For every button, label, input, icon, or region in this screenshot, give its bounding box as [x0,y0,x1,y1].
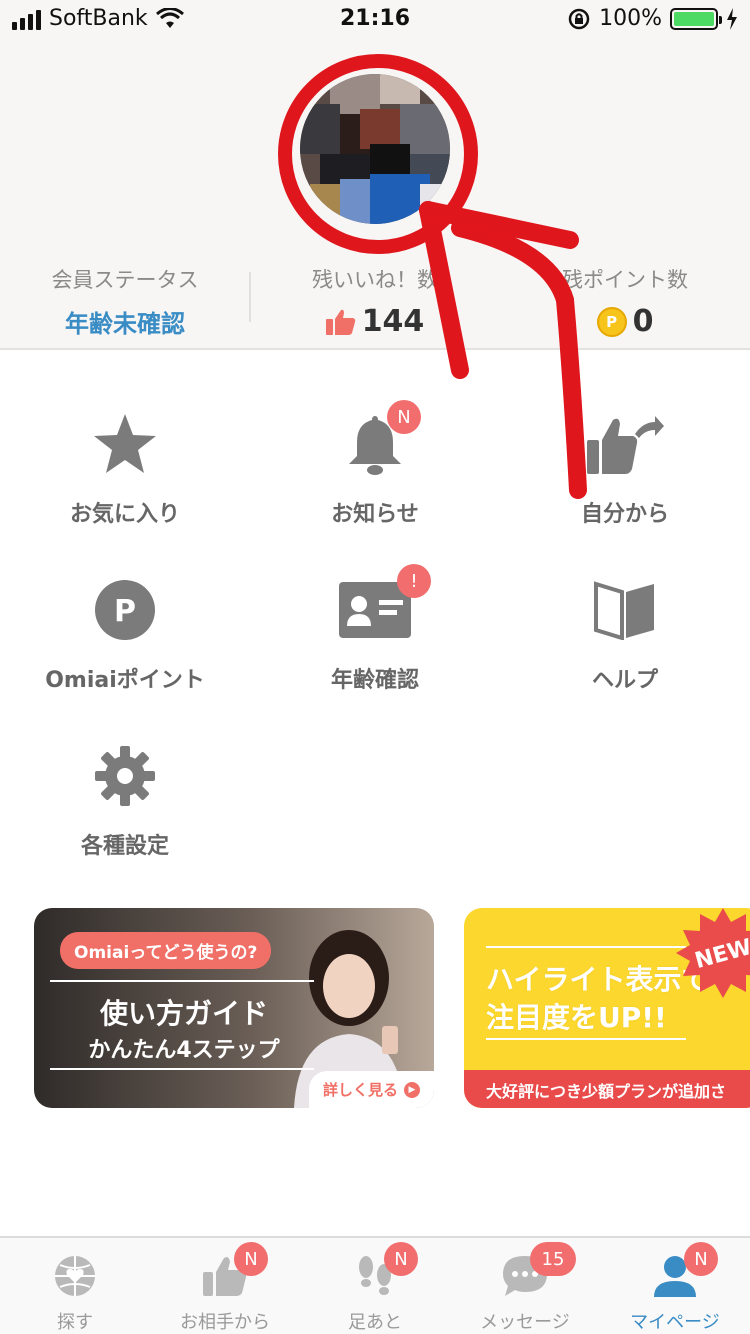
tab-label-search: 探す [57,1312,93,1333]
tab-bar: 探す N お相手から N 足あと 15 メッセージ N マイページ [0,1236,750,1334]
tab-label-my-page: マイページ [630,1312,720,1333]
menu-item-notifications[interactable]: N お知らせ [250,400,500,528]
menu-label-help: ヘルプ [591,668,658,693]
tab-received-likes[interactable]: N お相手から [150,1238,300,1334]
stats-divider [249,272,251,322]
charging-icon [727,7,737,30]
tab-search[interactable]: 探す [0,1238,150,1334]
battery-percent: 100% [599,6,662,31]
star-icon [94,414,156,473]
age-verify-badge: ! [397,564,431,598]
points-icon: P [95,580,155,640]
menu-label-notifications: お知らせ [331,502,419,527]
menu-label-omiai-points: Omiaiポイント [45,668,205,693]
member-status-value[interactable]: 年齢未確認 [0,304,250,339]
play-icon: ▶ [404,1081,420,1098]
guide-more-label: 詳しく見る [322,1081,398,1099]
notifications-badge: N [387,400,421,434]
gear-icon [95,746,155,806]
points-remaining: 残ポイント数 P 0 [500,264,750,339]
likes-remaining-value: 144 [361,304,425,339]
svg-text:P: P [114,594,136,629]
messages-badge: 15 [530,1242,576,1276]
guide-subtitle: かんたん4ステップ [88,1038,280,1063]
status-bar: SoftBank 21:16 100% [0,0,750,42]
footprints-badge: N [384,1242,418,1276]
tab-messages[interactable]: 15 メッセージ [450,1238,600,1334]
points-remaining-value: 0 [632,304,654,339]
profile-header: 会員ステータス 年齢未確認 残いいね！数 144 残ポイント数 P 0 [0,42,750,350]
menu-item-favorites[interactable]: お気に入り [0,404,250,528]
menu-item-sent-likes[interactable]: 自分から [500,404,750,528]
rotation-lock-icon [568,8,590,29]
globe-heart-icon [55,1256,95,1296]
tab-label-received-likes: お相手から [180,1312,270,1333]
tab-my-page[interactable]: N マイページ [600,1238,750,1334]
coin-icon: P [596,306,627,337]
annotation-circle [278,54,478,254]
book-icon [594,581,654,640]
guide-banner[interactable]: Omiaiってどう使うの? 使い方ガイド かんたん4ステップ 詳しく見る ▶ [34,908,434,1108]
menu-item-help[interactable]: ヘルプ [500,570,750,694]
guide-more-button[interactable]: 詳しく見る ▶ [308,1071,434,1108]
received-likes-badge: N [234,1242,268,1276]
my-page-badge: N [684,1242,718,1276]
menu-item-settings[interactable]: 各種設定 [0,736,250,860]
menu-label-settings: 各種設定 [80,834,169,859]
guide-pill: Omiaiってどう使うの? [60,932,272,969]
likes-remaining-label: 残いいね！数 [312,268,438,292]
tab-label-footprints: 足あと [348,1312,402,1333]
menu-label-sent-likes: 自分から [580,502,669,527]
menu-item-age-verify[interactable]: ! 年齢確認 [250,564,500,694]
stats-row: 会員ステータス 年齢未確認 残いいね！数 144 残ポイント数 P 0 [0,264,750,339]
guide-title: 使い方ガイド [99,997,268,1030]
member-status[interactable]: 会員ステータス 年齢未確認 [0,264,250,339]
tab-label-messages: メッセージ [480,1312,570,1333]
likes-remaining: 残いいね！数 144 [250,264,500,339]
highlight-banner[interactable]: ハイライト表示で 注目度をUP!! NEW 大好評につき少額プランが追加さ [464,908,750,1108]
menu-label-age-verify: 年齢確認 [330,668,419,693]
battery-icon [670,7,722,30]
thumbs-up-icon [325,309,355,335]
menu-item-omiai-points[interactable]: P Omiaiポイント [0,570,250,694]
status-right: 100% [567,6,738,31]
new-badge-icon: NEW [676,908,750,998]
menu-label-favorites: お気に入り [69,502,180,527]
highlight-bar: 大好評につき少額プランが追加さ [464,1070,750,1108]
points-remaining-label: 残ポイント数 [562,268,688,292]
tab-footprints[interactable]: N 足あと [300,1238,450,1334]
thumbs-up-share-icon [587,416,664,474]
highlight-title-2: 注目度をUP!! [486,1001,667,1034]
member-status-label: 会員ステータス [51,268,199,292]
